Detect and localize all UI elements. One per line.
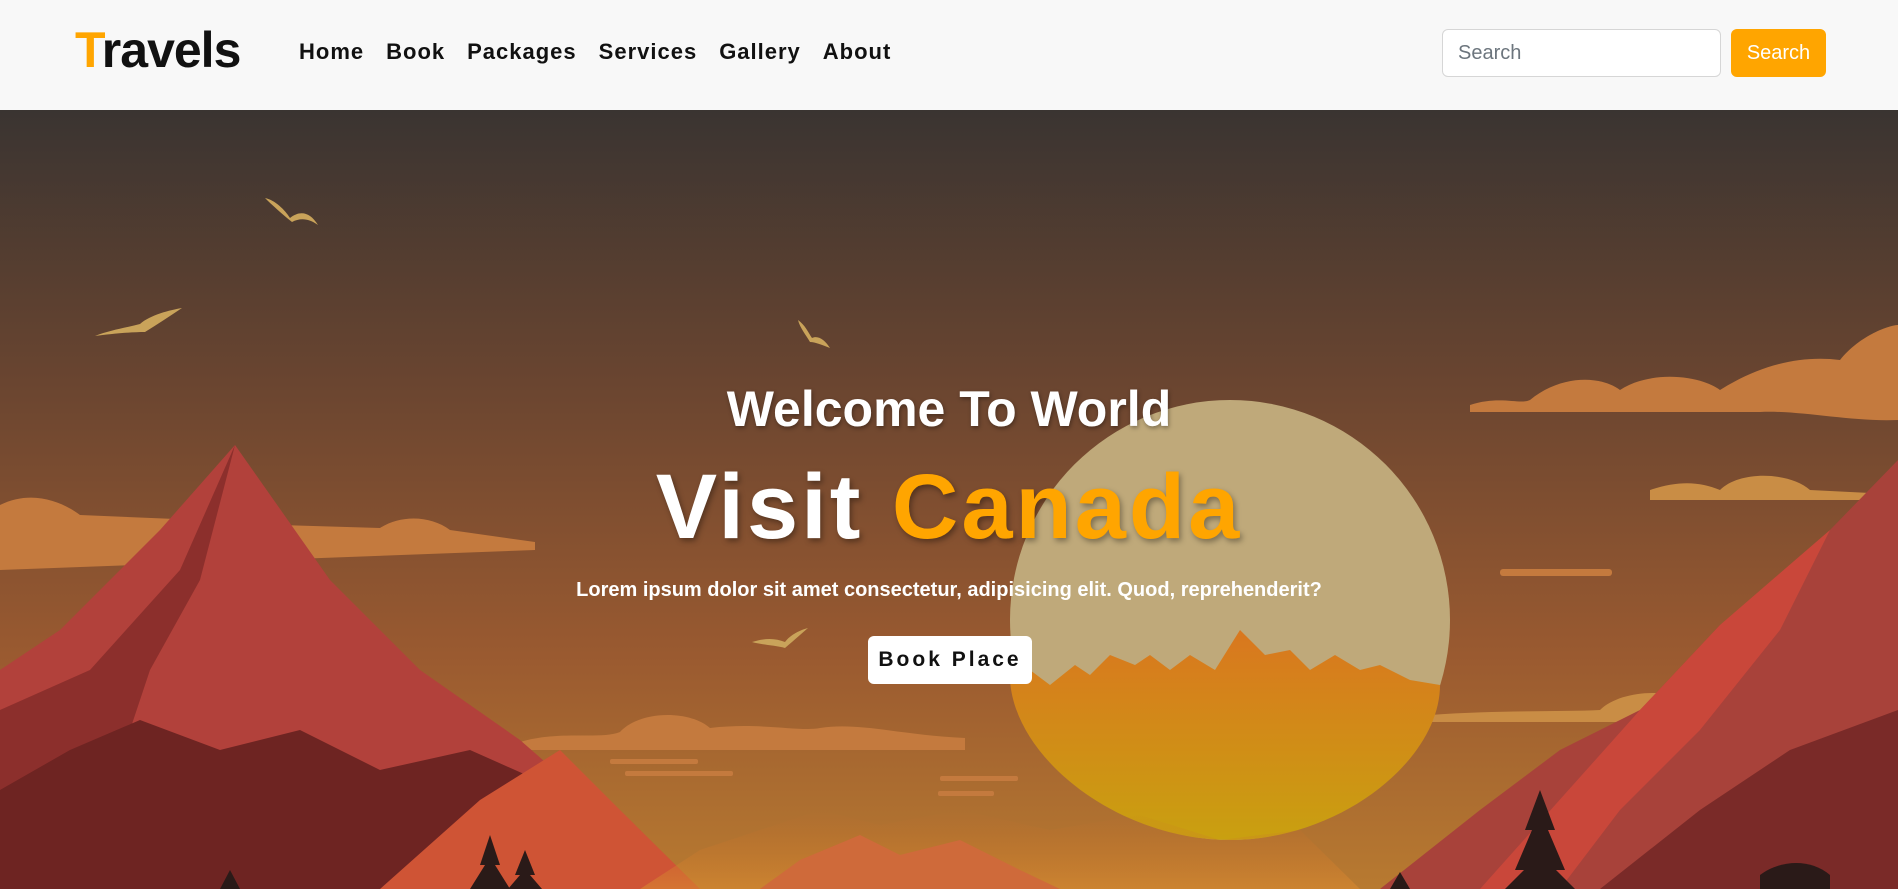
nav-links: Home Book Packages Services Gallery Abou… [299, 36, 913, 68]
book-place-button[interactable]: Book Place [868, 636, 1032, 684]
nav-link-book[interactable]: Book [386, 36, 445, 68]
hero-section: Welcome To World Visit Canada Lorem ipsu… [0, 110, 1898, 889]
brand-logo[interactable]: Travels [75, 18, 242, 82]
hero-headline-accent: Canada [891, 456, 1243, 558]
hero-headline-white: Visit [655, 456, 892, 558]
hero-welcome-text: Welcome To World [726, 381, 1172, 437]
brand-first-letter: T [75, 22, 103, 78]
navbar: Travels Home Book Packages Services Gall… [0, 0, 1898, 110]
nav-link-about[interactable]: About [823, 36, 892, 68]
hero-headline: Visit Canada [0, 455, 1898, 560]
brand-rest: ravels [101, 22, 242, 78]
nav-link-services[interactable]: Services [599, 36, 698, 68]
hero-content: Welcome To World Visit Canada Lorem ipsu… [0, 110, 1898, 889]
hero-subtext: Lorem ipsum dolor sit amet consectetur, … [576, 579, 1322, 601]
nav-link-packages[interactable]: Packages [467, 36, 577, 68]
nav-link-home[interactable]: Home [299, 36, 364, 68]
nav-link-gallery[interactable]: Gallery [719, 36, 801, 68]
search-input[interactable] [1442, 29, 1721, 77]
search-button[interactable]: Search [1731, 29, 1826, 77]
